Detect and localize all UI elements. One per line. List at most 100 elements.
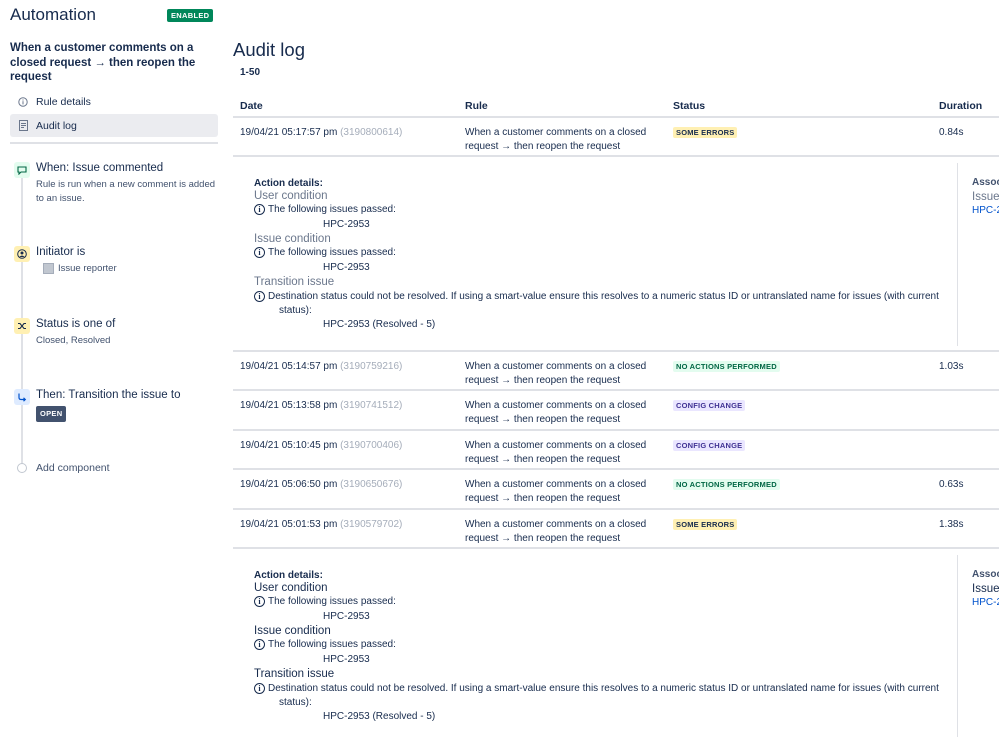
error-text: Destination status could not be resolved… <box>268 682 939 710</box>
associated-label: Associ <box>972 177 999 188</box>
transition-issue-title: Transition issue <box>254 668 335 680</box>
row-execution-id: (3190741512) <box>340 400 403 411</box>
passed-message: The following issues passed: <box>268 639 396 650</box>
row-date: 19/04/21 05:13:58 pm (3190741512) <box>240 400 402 411</box>
issue-condition-message: i The following issues passed: <box>254 246 944 260</box>
step-initiator-value: Issue reporter <box>43 262 223 276</box>
status-badge: SOME ERRORS <box>673 519 738 530</box>
nav-rule-details[interactable]: Rule details <box>10 90 218 113</box>
open-status-lozenge: OPEN <box>36 406 67 422</box>
step-trigger-subtitle: Rule is run when a new comment is added … <box>36 179 216 204</box>
step-condition-title: Status is one of <box>36 318 116 330</box>
issue-key: HPC-2953 <box>323 262 370 273</box>
step-action-value: OPEN <box>36 406 216 422</box>
issue-key: HPC-2953 <box>323 611 370 622</box>
comment-icon <box>14 162 30 178</box>
associated-issue-link[interactable]: HPC-2 <box>972 597 999 608</box>
table-row[interactable]: 19/04/21 05:06:50 pm (3190650676) When a… <box>233 470 999 510</box>
column-date: Date <box>240 100 263 112</box>
status-badge: SOME ERRORS <box>673 127 738 138</box>
passed-message: The following issues passed: <box>268 204 396 215</box>
passed-message: The following issues passed: <box>268 596 396 607</box>
error-line-1: Destination status could not be resolved… <box>268 683 939 694</box>
info-icon: i <box>254 291 265 302</box>
associated-issue-link[interactable]: HPC-2 <box>972 205 999 216</box>
pagination-range: 1-50 <box>240 67 261 78</box>
info-icon: i <box>254 683 265 694</box>
issue-reporter-label: Issue reporter <box>58 263 117 274</box>
status-lozenge: CONFIG CHANGE <box>673 440 746 451</box>
app-title: Automation <box>10 5 96 24</box>
action-details-heading: Action details: <box>254 178 323 189</box>
row-duration: 0.63s <box>939 479 964 490</box>
row-duration: 1.03s <box>939 361 964 372</box>
row-timestamp: 19/04/21 05:06:50 pm <box>240 479 338 490</box>
transition-icon <box>14 389 30 405</box>
associated-items-column: Associ Issue HPC-2 <box>957 163 999 346</box>
status-badge: CONFIG CHANGE <box>673 440 746 451</box>
nav-audit-log-label: Audit log <box>36 119 77 132</box>
user-condition-title: User condition <box>254 582 328 594</box>
info-icon <box>10 96 36 107</box>
page-title: Audit log <box>233 39 305 60</box>
row-date: 19/04/21 05:06:50 pm (3190650676) <box>240 479 402 490</box>
column-duration: Duration <box>939 100 983 112</box>
action-details-panel: Action details: User condition i The foll… <box>233 549 999 737</box>
document-icon <box>10 120 36 131</box>
add-component-button[interactable]: Add component <box>36 462 110 474</box>
resolved-issue-key: HPC-2953 (Resolved - 5) <box>323 319 436 330</box>
row-execution-id: (3190700406) <box>340 440 403 451</box>
row-execution-id: (3190579702) <box>340 519 403 530</box>
row-execution-id: (3190800614) <box>340 127 403 138</box>
associated-issue-title: Issue <box>972 583 999 595</box>
error-line-1: Destination status could not be resolved… <box>268 291 939 302</box>
nav-audit-log[interactable]: Audit log <box>10 114 218 137</box>
row-execution-id: (3190759216) <box>340 361 403 372</box>
user-condition-message: i The following issues passed: <box>254 595 944 609</box>
enabled-badge: ENABLED <box>167 9 214 22</box>
row-rule: When a customer comments on a closed req… <box>465 127 647 152</box>
table-row[interactable]: 19/04/21 05:17:57 pm (3190800614) When a… <box>233 118 999 157</box>
shuffle-icon <box>14 318 30 334</box>
row-duration: 0.84s <box>939 127 964 138</box>
info-icon: i <box>254 247 265 258</box>
user-icon <box>14 246 30 262</box>
row-timestamp: 19/04/21 05:13:58 pm <box>240 400 338 411</box>
table-header: Date Rule Status Duration <box>233 96 999 118</box>
issue-condition-title: Issue condition <box>254 625 331 637</box>
info-icon: i <box>254 596 265 607</box>
status-badge: NO ACTIONS PERFORMED <box>673 361 780 372</box>
avatar <box>43 262 54 274</box>
row-execution-id: (3190650676) <box>340 479 403 490</box>
row-timestamp: 19/04/21 05:01:53 pm <box>240 519 338 530</box>
issue-key: HPC-2953 <box>323 219 370 230</box>
table-row[interactable]: 19/04/21 05:13:58 pm (3190741512) When a… <box>233 391 999 431</box>
row-timestamp: 19/04/21 05:14:57 pm <box>240 361 338 372</box>
table-row[interactable]: 19/04/21 05:10:45 pm (3190700406) When a… <box>233 431 999 470</box>
rule-name: When a customer comments on a closed req… <box>10 42 196 83</box>
audit-log-panel: Audit log 1-50 Date Rule Status Duration… <box>233 0 999 737</box>
error-line-2: status): <box>279 697 312 708</box>
row-rule: When a customer comments on a closed req… <box>465 400 647 425</box>
action-details-heading: Action details: <box>254 570 323 581</box>
resolved-issue-key: HPC-2953 (Resolved - 5) <box>323 711 436 722</box>
step-condition-subtitle: Closed, Resolved <box>36 335 111 346</box>
row-timestamp: 19/04/21 05:10:45 pm <box>240 440 338 451</box>
row-rule: When a customer comments on a closed req… <box>465 479 647 504</box>
add-component-dot-icon <box>17 463 27 473</box>
error-line-2: status): <box>279 305 312 316</box>
user-condition-title: User condition <box>254 190 328 202</box>
table-row[interactable]: 19/04/21 05:01:53 pm (3190579702) When a… <box>233 510 999 549</box>
issue-condition-message: i The following issues passed: <box>254 638 944 652</box>
status-lozenge: SOME ERRORS <box>673 519 738 530</box>
table-row[interactable]: 19/04/21 05:14:57 pm (3190759216) When a… <box>233 352 999 391</box>
info-icon: i <box>254 639 265 650</box>
status-badge: CONFIG CHANGE <box>673 400 746 411</box>
status-badge: NO ACTIONS PERFORMED <box>673 479 780 490</box>
associated-label: Associ <box>972 569 999 580</box>
user-condition-message: i The following issues passed: <box>254 203 944 217</box>
step-initiator-title: Initiator is <box>36 246 86 258</box>
associated-issue-title: Issue <box>972 191 999 203</box>
column-rule: Rule <box>465 100 488 112</box>
row-timestamp: 19/04/21 05:17:57 pm <box>240 127 338 138</box>
